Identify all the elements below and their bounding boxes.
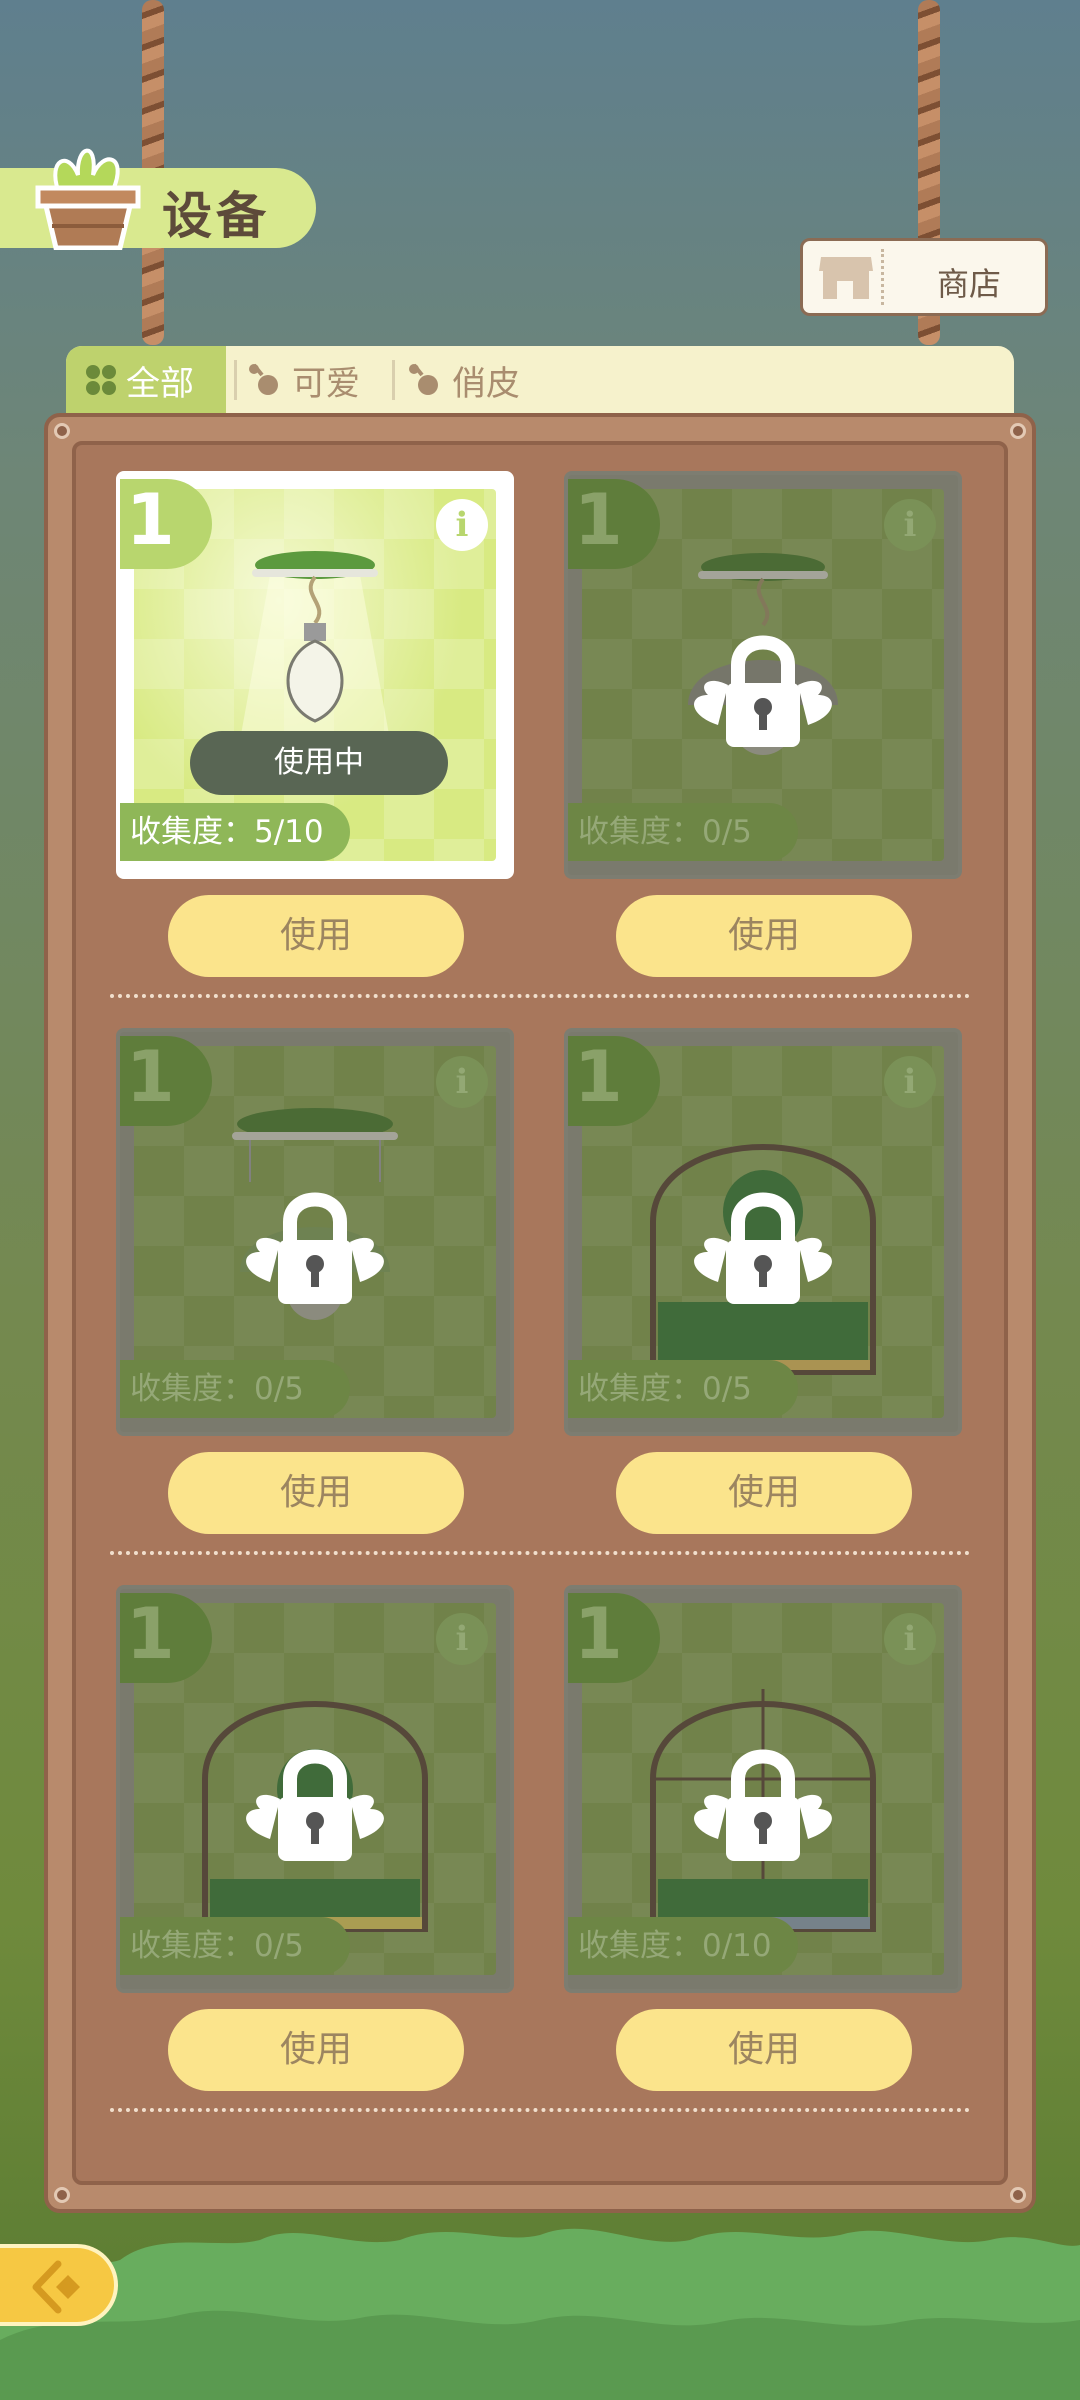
sprout-icon (249, 363, 278, 395)
row-divider (110, 2108, 970, 2112)
collection-progress: 收集度：0/5 (120, 1360, 350, 1418)
level-badge: 1 (568, 479, 660, 569)
use-button[interactable]: 使用 (616, 895, 912, 977)
plant-pot-icon (35, 148, 141, 250)
level-number: 1 (574, 1593, 623, 1675)
level-badge: 1 (568, 1036, 660, 1126)
collection-progress: 收集度：0/10 (568, 1917, 798, 1975)
collection-progress: 收集度：0/5 (568, 803, 798, 861)
level-badge: 1 (568, 1593, 660, 1683)
winged-lock-icon (246, 1192, 384, 1304)
shop-icon (819, 257, 873, 299)
level-number: 1 (574, 1036, 623, 1118)
board-screw (54, 423, 70, 439)
tab-all-label: 全部 (126, 363, 194, 404)
collection-progress: 收集度：0/5 (120, 1917, 350, 1975)
use-button[interactable]: 使用 (616, 2009, 912, 2091)
shop-separator (881, 249, 884, 305)
level-number: 1 (126, 1036, 175, 1118)
info-icon[interactable]: i (436, 499, 488, 551)
in-use-badge: 使用中 (190, 731, 448, 795)
level-badge: 1 (120, 1036, 212, 1126)
level-number: 1 (574, 479, 623, 561)
back-button[interactable] (0, 2244, 118, 2326)
equipment-card[interactable]: 使用中 1 i 收集度：5/10 (116, 471, 514, 879)
info-icon[interactable]: i (436, 1056, 488, 1108)
tab-separator (392, 360, 395, 400)
use-button[interactable]: 使用 (168, 1452, 464, 1534)
tab-playful-label: 俏皮 (452, 363, 520, 404)
category-tabbar: 全部 可爱 俏皮 (66, 346, 1014, 414)
info-icon[interactable]: i (884, 1056, 936, 1108)
equipment-card[interactable]: 1 i 收集度：0/5 (116, 1028, 514, 1436)
board-screw (54, 2187, 70, 2203)
equipment-card[interactable]: 1 i 收集度：0/5 (564, 471, 962, 879)
tab-playful[interactable]: 俏皮 (406, 346, 520, 414)
collection-progress: 收集度：5/10 (120, 803, 350, 861)
info-icon[interactable]: i (436, 1613, 488, 1665)
tab-cute[interactable]: 可爱 (246, 346, 360, 414)
info-icon[interactable]: i (884, 499, 936, 551)
shop-label: 商店 (936, 265, 1001, 303)
equipment-card[interactable]: 1 i 收集度：0/10 (564, 1585, 962, 1993)
tab-cute-label: 可爱 (292, 363, 360, 404)
winged-lock-icon (246, 1749, 384, 1861)
winged-lock-icon (694, 1192, 832, 1304)
sprout-icon (409, 363, 438, 395)
shop-button[interactable]: 商店 (800, 238, 1048, 316)
grid-icon (86, 365, 116, 395)
row-divider (110, 994, 970, 998)
winged-lock-icon (694, 1749, 832, 1861)
use-button[interactable]: 使用 (168, 895, 464, 977)
back-arrow-icon (32, 2260, 80, 2314)
equipment-card[interactable]: 1 i 收集度：0/5 (564, 1028, 962, 1436)
tab-all[interactable]: 全部 (66, 346, 226, 414)
bush-decoration (0, 2228, 1080, 2400)
use-button[interactable]: 使用 (616, 1452, 912, 1534)
collection-progress: 收集度：0/5 (568, 1360, 798, 1418)
level-number: 1 (126, 479, 175, 561)
level-number: 1 (126, 1593, 175, 1675)
row-divider (110, 1551, 970, 1555)
use-button[interactable]: 使用 (168, 2009, 464, 2091)
board-screw (1010, 2187, 1026, 2203)
board-screw (1010, 423, 1026, 439)
equipment-card[interactable]: 1 i 收集度：0/5 (116, 1585, 514, 1993)
info-icon[interactable]: i (884, 1613, 936, 1665)
level-badge: 1 (120, 479, 212, 569)
tab-separator (234, 360, 237, 400)
winged-lock-icon (694, 635, 832, 747)
page-title: 设备 (162, 187, 270, 245)
level-badge: 1 (120, 1593, 212, 1683)
